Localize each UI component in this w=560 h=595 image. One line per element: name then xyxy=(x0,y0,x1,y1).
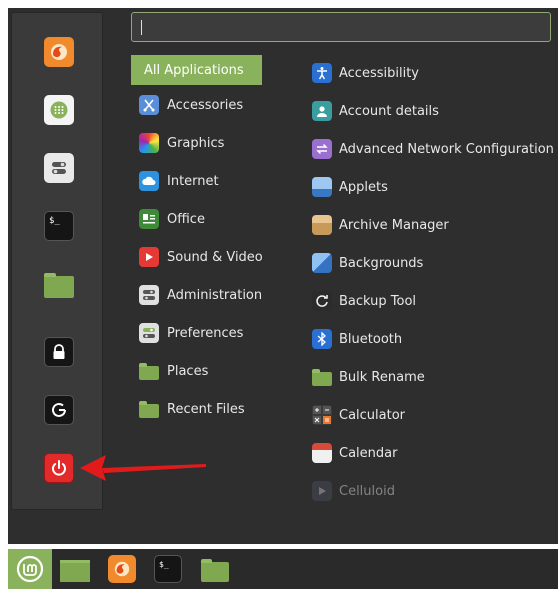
app-label: Backup Tool xyxy=(339,293,417,309)
app-label: Calculator xyxy=(339,407,406,423)
app-label: Advanced Network Configuration xyxy=(339,141,554,157)
accessibility-icon xyxy=(312,63,332,83)
category-preferences[interactable]: Preferences xyxy=(131,318,243,348)
taskbar-terminal-prompt: $_ xyxy=(159,560,169,569)
network-arrows-icon xyxy=(312,139,332,159)
office-icon xyxy=(139,209,159,229)
taskbar-folder-shape xyxy=(201,559,229,582)
terminal-prompt: $_ xyxy=(49,216,60,226)
category-label: Administration xyxy=(167,287,263,303)
app-accessibility[interactable]: Accessibility xyxy=(305,58,419,88)
settings-glyph xyxy=(52,162,66,174)
category-label: Accessories xyxy=(167,97,244,113)
logout-icon[interactable] xyxy=(44,395,74,425)
favorites-sidebar: $_ xyxy=(11,12,103,510)
app-label: Calendar xyxy=(339,445,398,461)
app-label: Bulk Rename xyxy=(339,369,425,385)
category-label: Internet xyxy=(167,173,219,189)
app-bluetooth[interactable]: Bluetooth xyxy=(305,324,402,354)
app-backup-tool[interactable]: Backup Tool xyxy=(305,286,416,316)
applets-icon xyxy=(312,177,332,197)
taskbar-terminal-shape: $_ xyxy=(154,555,182,583)
start-menu-mint-icon[interactable] xyxy=(8,549,52,589)
terminal-icon[interactable]: $_ xyxy=(44,211,74,241)
app-calendar[interactable]: Calendar xyxy=(305,438,397,468)
category-label: Graphics xyxy=(167,135,225,151)
app-backgrounds[interactable]: Backgrounds xyxy=(305,248,423,278)
category-label: Recent Files xyxy=(167,401,245,417)
app-account-details[interactable]: Account details xyxy=(305,96,439,126)
software-manager-glyph xyxy=(50,101,68,119)
calendar-icon xyxy=(312,443,332,463)
bluetooth-icon xyxy=(312,329,332,349)
firefox-icon[interactable] xyxy=(44,37,74,67)
category-administration[interactable]: Administration xyxy=(131,280,262,310)
preferences-icon xyxy=(139,323,159,343)
app-applets[interactable]: Applets xyxy=(305,172,388,202)
lock-glyph xyxy=(53,344,65,359)
settings-icon[interactable] xyxy=(44,153,74,183)
places-folder-icon xyxy=(139,361,159,381)
app-advanced-network-configuration[interactable]: Advanced Network Configuration xyxy=(305,134,554,164)
backgrounds-icon xyxy=(312,253,332,273)
app-label: Celluloid xyxy=(339,483,395,499)
software-manager-icon[interactable] xyxy=(44,95,74,125)
internet-cloud-icon xyxy=(139,171,159,191)
category-places[interactable]: Places xyxy=(131,356,208,386)
category-label: Preferences xyxy=(167,325,244,341)
app-calculator[interactable]: Calculator xyxy=(305,400,405,430)
administration-icon xyxy=(139,285,159,305)
category-graphics[interactable]: Graphics xyxy=(131,128,224,158)
app-bulk-rename[interactable]: Bulk Rename xyxy=(305,362,425,392)
text-caret xyxy=(141,20,142,35)
category-label: All Applications xyxy=(144,62,244,78)
graphics-icon xyxy=(139,133,159,153)
search-input[interactable] xyxy=(131,12,551,42)
category-recent-files[interactable]: Recent Files xyxy=(131,394,245,424)
power-glyph xyxy=(52,460,66,476)
taskbar-terminal-icon[interactable]: $_ xyxy=(153,554,183,584)
app-archive-manager[interactable]: Archive Manager xyxy=(305,210,449,240)
taskbar-files-icon[interactable] xyxy=(200,554,230,584)
app-label: Archive Manager xyxy=(339,217,449,233)
sound-video-play-icon xyxy=(139,247,159,267)
app-label: Account details xyxy=(339,103,439,119)
taskbar-desktop-icon[interactable] xyxy=(59,554,91,584)
folder-shape xyxy=(44,273,74,298)
category-office[interactable]: Office xyxy=(131,204,205,234)
backup-tool-icon xyxy=(312,291,332,311)
accessories-icon xyxy=(139,95,159,115)
category-sound-video[interactable]: Sound & Video xyxy=(131,242,263,272)
account-details-icon xyxy=(312,101,332,121)
category-internet[interactable]: Internet xyxy=(131,166,219,196)
app-label: Applets xyxy=(339,179,388,195)
app-label: Bluetooth xyxy=(339,331,403,347)
category-all-applications[interactable]: All Applications xyxy=(131,55,262,85)
app-celluloid[interactable]: Celluloid xyxy=(305,476,395,506)
calculator-icon xyxy=(312,405,332,425)
category-label: Places xyxy=(167,363,209,379)
bulk-rename-folder-icon xyxy=(312,367,332,387)
category-label: Sound & Video xyxy=(167,249,263,265)
firefox-glyph xyxy=(51,44,67,60)
annotation-arrow xyxy=(80,455,206,481)
app-label: Backgrounds xyxy=(339,255,424,271)
celluloid-icon xyxy=(312,481,332,501)
taskbar-firefox-shape xyxy=(108,555,136,583)
logout-glyph xyxy=(52,402,66,417)
category-accessories[interactable]: Accessories xyxy=(131,90,243,120)
taskbar: $_ xyxy=(8,549,558,589)
taskbar-firefox-icon[interactable] xyxy=(108,554,136,584)
app-label: Accessibility xyxy=(339,65,419,81)
desktop-shape xyxy=(60,556,90,582)
power-off-icon[interactable] xyxy=(44,453,74,483)
category-label: Office xyxy=(167,211,205,227)
files-folder-icon[interactable] xyxy=(44,269,74,299)
archive-manager-icon xyxy=(312,215,332,235)
mint-logo-glyph xyxy=(16,555,44,583)
recent-files-folder-icon xyxy=(139,399,159,419)
lock-screen-icon[interactable] xyxy=(44,337,74,367)
